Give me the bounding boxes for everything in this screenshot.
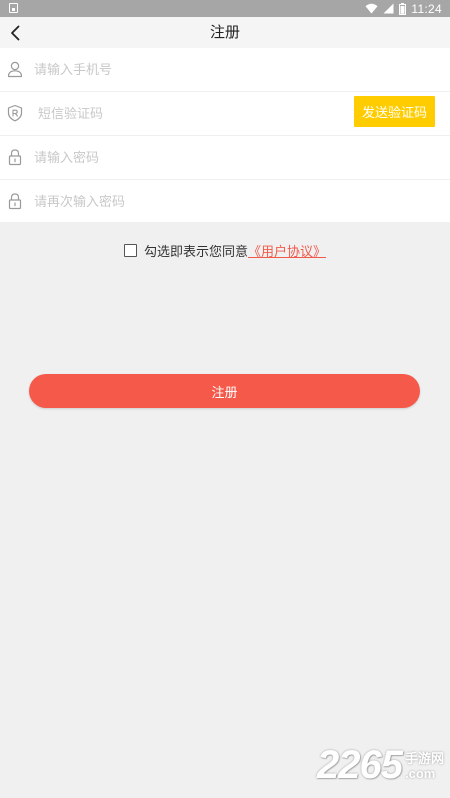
phone-row xyxy=(0,48,450,92)
confirm-password-input[interactable] xyxy=(34,188,334,216)
watermark-domain: .com xyxy=(404,766,436,781)
phone-input[interactable] xyxy=(34,56,334,84)
user-agreement-link[interactable]: 《用户协议》 xyxy=(248,241,326,260)
shield-icon xyxy=(7,104,23,122)
agreement-checkbox[interactable] xyxy=(123,243,137,257)
password-input[interactable] xyxy=(34,144,334,172)
agreement-text: 勾选即表示您同意 xyxy=(143,244,248,260)
lock-icon xyxy=(8,193,22,210)
register-form xyxy=(0,48,450,222)
status-bar: 11:24 xyxy=(0,0,450,17)
notification-icon xyxy=(9,3,18,13)
password-row xyxy=(0,136,450,180)
sms-code-input[interactable] xyxy=(38,100,338,128)
status-icons: 11:24 xyxy=(365,0,442,17)
user-icon xyxy=(7,61,23,78)
signal-icon xyxy=(383,3,394,14)
app-header: 注册 xyxy=(0,17,450,48)
watermark-cn: 手游网 xyxy=(404,752,444,767)
status-time: 11:24 xyxy=(411,1,442,16)
watermark-number: 2265 xyxy=(317,743,403,787)
battery-icon xyxy=(399,2,407,15)
page-title: 注册 xyxy=(209,23,240,41)
lock-icon xyxy=(8,149,22,166)
register-button[interactable]: 注册 xyxy=(29,374,420,408)
send-code-button[interactable]: 发送验证码 xyxy=(354,96,435,127)
confirm-password-row xyxy=(0,180,450,222)
agreement-row: 勾选即表示您同意 《用户协议》 xyxy=(0,237,450,263)
wifi-icon xyxy=(365,3,378,14)
watermark-logo: 2265 手游网 .com xyxy=(317,743,444,787)
